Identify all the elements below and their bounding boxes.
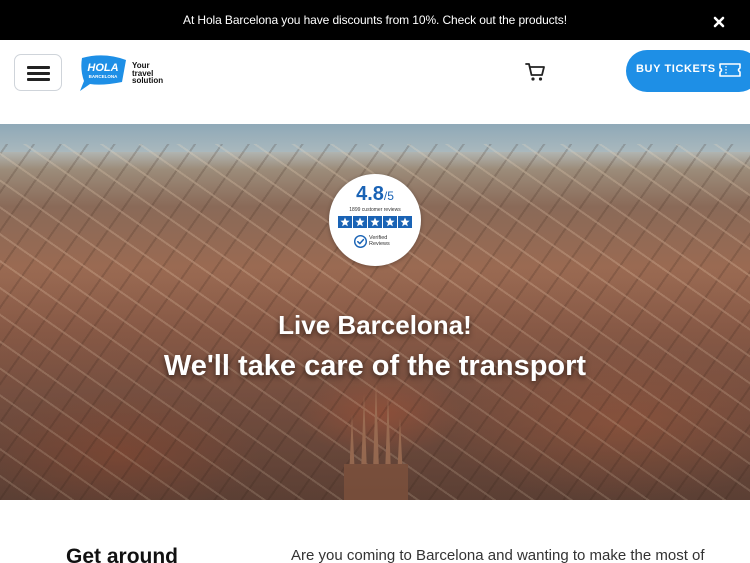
- star-icon: [353, 216, 367, 228]
- star-icon: [338, 216, 352, 228]
- verified-icon: [354, 235, 367, 248]
- menu-button[interactable]: [14, 54, 62, 91]
- star-icon: [398, 216, 412, 228]
- announcement-text: At Hola Barcelona you have discounts fro…: [183, 13, 567, 27]
- review-count: 1899 customer reviews: [349, 207, 401, 213]
- logo-badge-text: HOLA: [87, 62, 118, 74]
- logo[interactable]: HOLA BARCELONA Your travel solution: [78, 54, 173, 94]
- section-title: Get around: [66, 545, 179, 563]
- star-icon: [383, 216, 397, 228]
- hero-headline: Live Barcelona!: [278, 310, 472, 340]
- cart-icon[interactable]: [525, 62, 547, 82]
- rating-score: 4.8/5: [356, 183, 394, 205]
- hero-subheadline: We'll take care of the transport: [163, 350, 587, 382]
- logo-badge-icon: HOLA BARCELONA: [80, 55, 126, 91]
- logo-badge-subtext: BARCELONA: [89, 74, 118, 79]
- buy-tickets-button[interactable]: BUY TICKETS: [626, 50, 750, 92]
- close-icon[interactable]: [711, 14, 727, 30]
- hamburger-menu-icon: [27, 66, 50, 69]
- site-header: HOLA BARCELONA Your travel solution BUY …: [0, 40, 750, 124]
- hero-banner: 4.8/5 1899 customer reviews Verified Rev…: [0, 124, 750, 500]
- verified-reviews: Verified Reviews: [354, 234, 396, 250]
- section-text: Are you coming to Barcelona and wanting …: [291, 547, 705, 563]
- ticket-icon: [719, 63, 741, 77]
- rating-stars: [338, 216, 412, 228]
- logo-tagline: Your travel solution: [132, 61, 164, 85]
- announcement-bar: At Hola Barcelona you have discounts fro…: [0, 0, 750, 40]
- star-icon: [368, 216, 382, 228]
- rating-badge[interactable]: 4.8/5 1899 customer reviews Verified Rev…: [329, 174, 421, 266]
- verified-text: Verified Reviews: [369, 235, 390, 247]
- buy-tickets-label: BUY TICKETS: [636, 63, 716, 75]
